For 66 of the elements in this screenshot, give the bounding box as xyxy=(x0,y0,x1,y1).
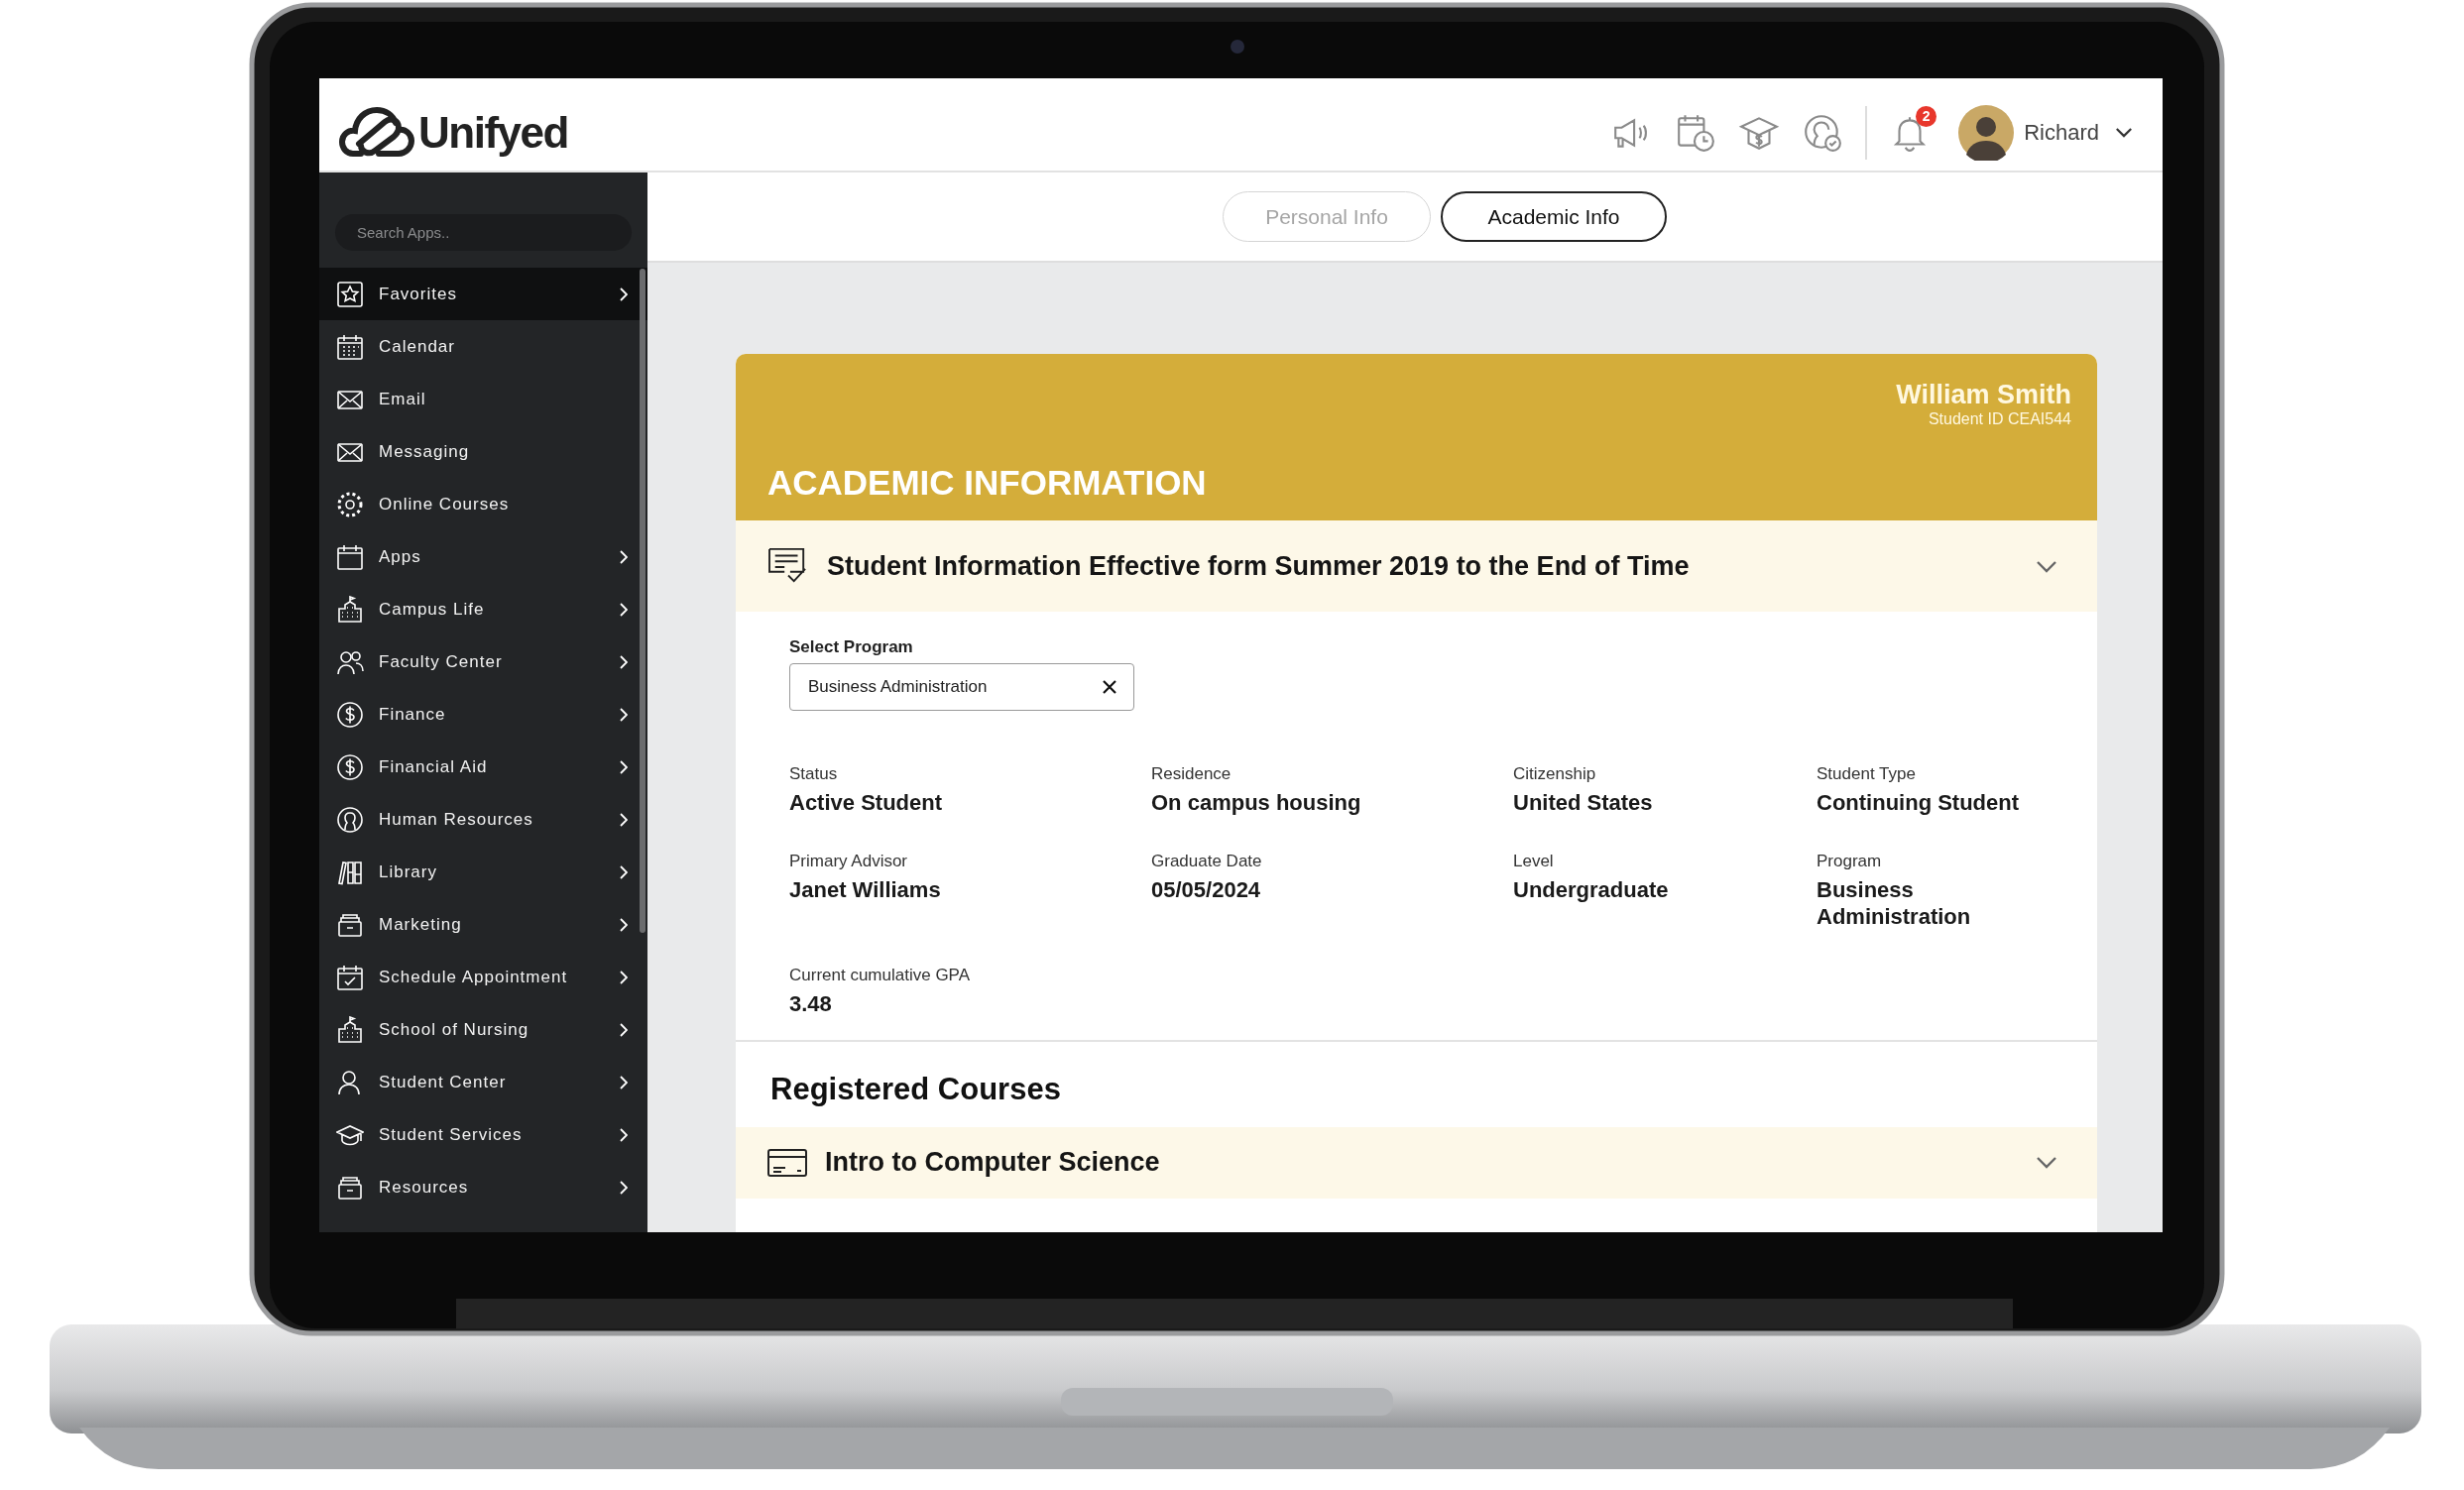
sidebar-item[interactable]: Student Center xyxy=(319,1056,647,1108)
field-label: Citizenship xyxy=(1513,764,1597,784)
sidebar-item[interactable]: Apps xyxy=(319,530,647,583)
field-label: Level xyxy=(1513,852,1555,872)
building-icon xyxy=(336,1015,364,1044)
course-row[interactable]: Intro to Computer Science xyxy=(736,1126,2097,1199)
tab[interactable]: Academic Info xyxy=(1441,191,1667,242)
sidebar-item[interactable]: Library xyxy=(319,846,647,898)
calendar-icon xyxy=(336,332,364,361)
field-value: Janet Williams xyxy=(789,877,942,904)
student-name: William Smith xyxy=(1896,380,2071,410)
accordion-header[interactable]: Student Information Effective form Summer 2019 to the End of Time xyxy=(736,520,2097,612)
field-label: Primary Advisor xyxy=(789,852,909,872)
field-value: On campus housing xyxy=(1151,790,1362,817)
section-heading: Registered Courses xyxy=(769,1070,1062,1108)
sidebar-item[interactable]: Faculty Center xyxy=(319,635,647,688)
sidebar-item[interactable]: Student Services xyxy=(319,1108,647,1161)
field-label: Select Program xyxy=(789,637,914,657)
student-id: Student ID CEAI544 xyxy=(1928,410,2071,428)
sidebar-item[interactable]: Human Resources xyxy=(319,793,647,846)
person-icon xyxy=(336,805,364,834)
program-select[interactable]: Business Administration xyxy=(789,663,1134,711)
sidebar-item[interactable]: Marketing xyxy=(319,898,647,951)
chevron-down-icon xyxy=(2036,1156,2057,1170)
chevron-down-icon[interactable] xyxy=(2115,127,2133,138)
field-value: Business Administration xyxy=(1817,877,1972,931)
user-name[interactable]: Richard xyxy=(2024,119,2099,146)
logo-text: Unifyed xyxy=(418,107,568,158)
dotted-circle-icon xyxy=(336,490,364,518)
sidebar-item[interactable]: Online Courses xyxy=(319,478,647,530)
search-field[interactable]: Search Apps.. xyxy=(335,214,632,251)
field-label: Program xyxy=(1817,852,1883,872)
chevron-down-icon xyxy=(2036,559,2057,573)
card-title: ACADEMIC INFORMATION xyxy=(767,463,1208,503)
sidebar-item[interactable]: School of Nursing xyxy=(319,1003,647,1056)
field-label: Status xyxy=(789,764,839,784)
field-label: Student Type xyxy=(1817,764,1917,784)
calendar-check-icon xyxy=(336,963,364,991)
field-value: Continuing Student xyxy=(1817,790,2021,817)
sidebar-item[interactable]: Resources xyxy=(319,1161,647,1213)
card-icon xyxy=(767,1148,807,1177)
field-label: Graduate Date xyxy=(1151,852,1263,872)
notification-badge: 2 xyxy=(1916,105,1937,127)
field-value: 3.48 xyxy=(789,991,833,1018)
field-value: Undergraduate xyxy=(1513,877,1670,904)
field-label: Residence xyxy=(1151,764,1232,784)
field-value: United States xyxy=(1513,790,1654,817)
sidebar-item[interactable]: Email xyxy=(319,373,647,425)
avatar-icon[interactable] xyxy=(1958,104,2015,161)
scrollbar[interactable] xyxy=(640,269,645,933)
sidebar-item[interactable]: Schedule Appointment xyxy=(319,951,647,1003)
sidebar-item[interactable]: Financial Aid xyxy=(319,741,647,793)
clear-icon[interactable] xyxy=(1102,679,1117,695)
field-value: 05/05/2024 xyxy=(1151,877,1262,904)
sidebar-item[interactable]: Favorites xyxy=(319,268,647,320)
dollar-icon xyxy=(336,752,364,781)
sidebar-item[interactable]: Calendar xyxy=(319,320,647,373)
sidebar-item[interactable]: Finance xyxy=(319,688,647,741)
sidebar-item[interactable]: Campus Life xyxy=(319,583,647,635)
checklist-icon xyxy=(767,547,809,585)
dollar-icon xyxy=(336,700,364,729)
building-icon xyxy=(336,595,364,624)
field-label: Current cumulative GPA xyxy=(789,966,972,986)
sidebar-item[interactable]: Messaging xyxy=(319,425,647,478)
field-value: Active Student xyxy=(789,790,944,817)
calendar-icon xyxy=(336,542,364,571)
